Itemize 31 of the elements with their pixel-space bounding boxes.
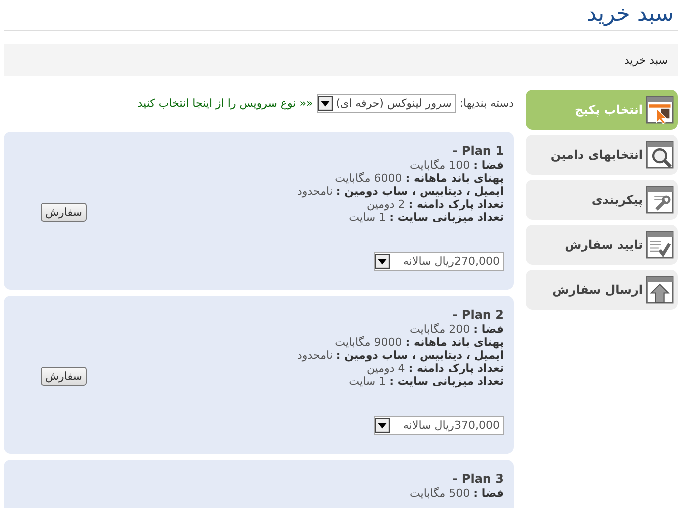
plan-feature: ایمیل ، دیتابیس ، ساب دومین : نامحدود <box>298 185 504 198</box>
window-pointer-icon <box>646 96 674 124</box>
order-button[interactable]: سفارش <box>40 366 88 386</box>
plan-title: Plan 1 - <box>452 144 504 159</box>
plan-feature: تعداد میزبانی سایت : 1 سایت <box>349 211 504 224</box>
step-tab[interactable]: انتخابهای دامین <box>526 135 678 175</box>
plan-feature: تعداد پارک دامنه : 4 دومین <box>366 362 504 375</box>
plan-feature: فضا : 200 مگابایت <box>410 323 504 336</box>
plan-feature: ایمیل ، دیتابیس ، ساب دومین : نامحدود <box>298 349 504 362</box>
plan-feature: تعداد میزبانی سایت : 1 سایت <box>349 375 504 388</box>
plan-feature: پهنای باند ماهانه : 9000 مگابایت <box>335 336 504 349</box>
category-select[interactable]: سرور لینوکس (حرفه ای) <box>317 94 456 112</box>
category-hint: «« نوع سرویس را از اینجا انتخاب کنید <box>138 96 314 110</box>
magnifier-icon <box>646 141 674 169</box>
plan-feature: تعداد پارک دامنه : 2 دومین <box>366 198 504 211</box>
category-label: دسته بندیها: <box>460 96 514 110</box>
step-tab[interactable]: تایید سفارش <box>526 225 678 265</box>
price-select[interactable]: 270,000ریال سالانه <box>374 252 504 271</box>
wrench-icon <box>646 186 674 214</box>
plan-feature: پهنای باند ماهانه : 6000 مگابایت <box>335 172 504 185</box>
plan-title: Plan 2 - <box>452 308 504 323</box>
plan-feature: فضا : 100 مگابایت <box>410 159 504 172</box>
price-select[interactable]: 370,000ریال سالانه <box>374 416 504 435</box>
plan-feature: فضا : 500 مگابایت <box>410 487 504 500</box>
step-tab[interactable]: ارسال سفارش <box>526 270 678 310</box>
breadcrumb: سبد خرید <box>624 54 668 66</box>
checkmark-icon <box>646 231 674 259</box>
page-title: سبد خرید <box>4 0 678 31</box>
step-tab[interactable]: پیکربندی <box>526 180 678 220</box>
order-button[interactable]: سفارش <box>40 202 88 222</box>
plan-title: Plan 3 - <box>452 472 504 487</box>
